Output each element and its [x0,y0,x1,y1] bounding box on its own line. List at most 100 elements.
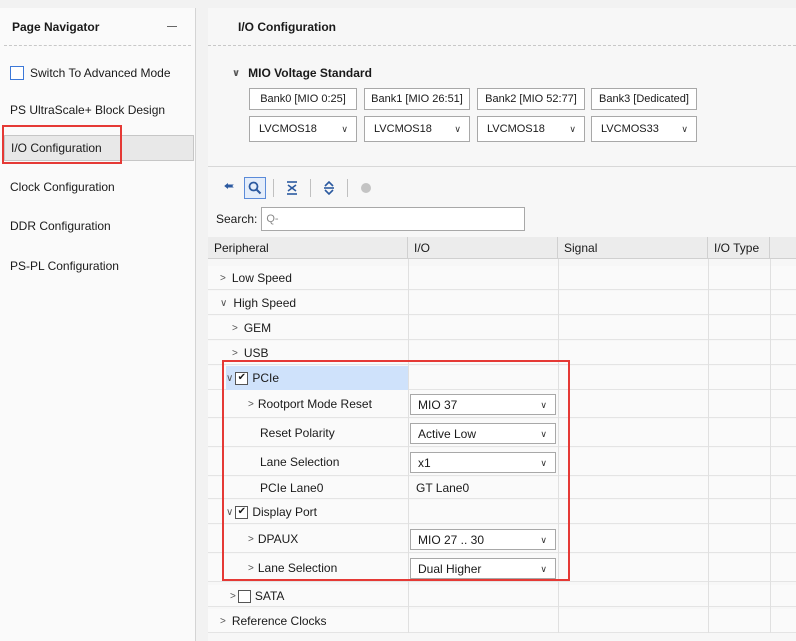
chevron-right-icon[interactable]: > [232,323,238,334]
bank3-voltage-select[interactable]: LVCMOS33 ∨ [591,116,697,142]
section-divider [208,166,796,167]
column-divider [558,259,559,633]
row-text: Display Port [252,505,318,519]
advanced-mode-label: Switch To Advanced Mode [30,66,171,80]
checkbox-icon[interactable] [10,66,24,80]
select-value: LVCMOS18 [487,123,545,135]
column-header-io[interactable]: I/O [408,237,558,259]
mio-section-title: MIO Voltage Standard [248,66,372,80]
bank1-label: Bank1 [MIO 26:51] [364,88,470,110]
bank2-label: Bank2 [MIO 52:77] [477,88,585,110]
dp-lane-selection-select[interactable]: Dual Higher ∨ [410,558,556,579]
app-window: Page Navigator Switch To Advanced Mode P… [0,0,796,641]
nav-item-label: Clock Configuration [10,180,115,194]
chevron-down-icon: ∨ [540,429,547,439]
nav-item-clock-configuration[interactable]: Clock Configuration [4,174,194,200]
chevron-down-icon: ∨ [540,564,547,574]
pcie-lane-selection-select[interactable]: x1 ∨ [410,452,556,473]
bank1-voltage-select[interactable]: LVCMOS18 ∨ [364,116,470,142]
row-label: Reset Polarity [260,426,335,440]
bank3-label: Bank3 [Dedicated] [591,88,697,110]
page-navigator: Page Navigator Switch To Advanced Mode P… [0,8,196,641]
column-header-peripheral[interactable]: Peripheral [208,237,408,259]
chevron-right-icon[interactable]: > [230,591,236,602]
row-label: ∨ ✔ PCIe [226,366,408,390]
search-input[interactable]: Q- [261,207,526,231]
row-text: Reference Clocks [231,614,327,628]
chevron-down-icon: ∨ [681,124,688,134]
chevron-right-icon[interactable]: > [248,534,254,545]
row-label: > GEM [232,316,271,340]
search-placeholder: Q- [266,213,279,225]
expand-all-icon[interactable] [318,177,340,199]
pcie-checkbox[interactable]: ✔ [235,371,249,385]
nav-item-io-configuration[interactable]: I/O Configuration [4,135,194,161]
row-label: Lane Selection [260,455,340,469]
row-text: Lane Selection [257,561,338,575]
display-port-checkbox[interactable]: ✔ [235,505,249,519]
nav-item-block-design[interactable]: PS UltraScale+ Block Design [4,97,194,123]
bank2-voltage-select[interactable]: LVCMOS18 ∨ [477,116,585,142]
chevron-right-icon[interactable]: > [220,273,226,284]
row-label: > Rootport Mode Reset [248,390,372,418]
row-text: USB [243,346,269,360]
chevron-down-icon[interactable]: ∨ [220,298,227,309]
chevron-down-icon[interactable]: ∨ [226,507,233,518]
chevron-right-icon[interactable]: > [248,563,254,574]
nav-item-ddr-configuration[interactable]: DDR Configuration [4,213,194,239]
mio-section-toggle[interactable]: ∨ MIO Voltage Standard [232,66,372,80]
row-value: GT Lane0 [416,481,470,495]
page-title: I/O Configuration [208,8,796,46]
rootport-mio-select[interactable]: MIO 37 ∨ [410,394,556,415]
row-text: Rootport Mode Reset [257,397,372,411]
toolbar-separator [273,179,274,197]
bank0-voltage-select[interactable]: LVCMOS18 ∨ [249,116,357,142]
chevron-down-icon: ∨ [454,124,461,134]
row-text: SATA [254,589,285,603]
collapse-all-icon[interactable] [281,177,303,199]
nav-item-label: PS-PL Configuration [10,259,119,273]
sata-checkbox[interactable] [237,589,251,603]
row-label: PCIe Lane0 [260,481,324,495]
column-header-io-type[interactable]: I/O Type [708,237,770,259]
chevron-down-icon: ∨ [540,400,547,410]
toolbar: 🢘 [218,174,377,202]
status-dot-icon[interactable] [355,177,377,199]
chevron-down-icon: ∨ [569,124,576,134]
chevron-right-icon[interactable]: > [232,348,238,359]
nav-item-ps-pl-configuration[interactable]: PS-PL Configuration [4,253,194,279]
row-text: Low Speed [231,271,292,285]
advanced-mode-toggle[interactable]: Switch To Advanced Mode [4,60,194,86]
select-value: LVCMOS33 [601,123,659,135]
dpaux-mio-select[interactable]: MIO 27 .. 30 ∨ [410,529,556,550]
toolbar-separator [310,179,311,197]
minimize-icon[interactable] [167,26,177,27]
chevron-right-icon[interactable]: > [220,616,226,627]
select-value: MIO 37 [418,397,458,412]
search-label: Search: [216,212,258,226]
row-text: High Speed [233,296,297,310]
chevron-down-icon[interactable]: ∨ [226,373,233,384]
column-divider [408,259,409,633]
select-value: LVCMOS18 [374,123,432,135]
reset-polarity-select[interactable]: Active Low ∨ [410,423,556,444]
navigator-header: Page Navigator [4,8,191,46]
navigator-title: Page Navigator [12,19,100,34]
io-configuration-panel: I/O Configuration ∨ MIO Voltage Standard… [208,8,796,641]
search-icon[interactable] [244,177,266,199]
row-label: > DPAUX [248,525,298,553]
row-text: PCIe [252,371,280,385]
back-arrow-icon[interactable]: 🢘 [218,177,240,199]
chevron-down-icon[interactable]: ∨ [232,68,240,79]
column-divider [770,259,771,633]
row-label: > Lane Selection [248,554,337,582]
row-text: GEM [243,321,272,335]
chevron-right-icon[interactable]: > [248,399,254,410]
nav-item-label: I/O Configuration [11,141,102,155]
select-value: x1 [418,455,431,470]
search-row: Search: Q- [216,207,526,231]
nav-item-label: DDR Configuration [10,219,111,233]
column-header-signal[interactable]: Signal [558,237,708,259]
select-value: LVCMOS18 [259,123,317,135]
row-label: ∨ High Speed [220,291,296,315]
